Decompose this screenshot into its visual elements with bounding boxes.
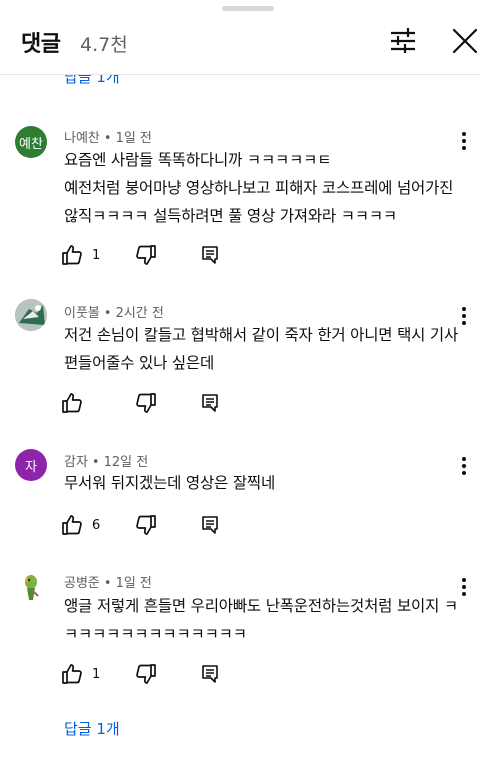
comment-meta: 감자 • 12일 전: [64, 451, 148, 470]
like-count: 1: [92, 247, 101, 263]
avatar[interactable]: 예찬: [15, 126, 47, 158]
sort-filter-button[interactable]: [386, 24, 422, 58]
reply-button[interactable]: [198, 390, 222, 416]
like-button[interactable]: [60, 390, 92, 416]
meta-separator: •: [103, 131, 112, 146]
close-button[interactable]: [448, 24, 480, 58]
header-divider: [0, 74, 480, 75]
meta-separator: •: [103, 576, 112, 591]
thumb-down-icon: [136, 393, 156, 413]
comment-icon: [202, 516, 218, 534]
parrot-avatar-icon: [15, 570, 47, 602]
comment-icon: [202, 394, 218, 412]
dislike-button[interactable]: [134, 242, 158, 268]
thumb-up-icon: [62, 664, 82, 684]
avatar-image-icon: [15, 299, 47, 331]
comment-icon: [202, 246, 218, 264]
thumb-up-icon: [62, 393, 82, 413]
comment-text: 저건 손님이 칼들고 협박해서 같이 죽자 한거 아니면 택시 기사 편들어줄수…: [64, 326, 463, 372]
thumb-up-icon: [62, 515, 82, 535]
comment-time: 1일 전: [115, 131, 152, 146]
like-button[interactable]: 6: [60, 512, 100, 538]
comment-time: 12일 전: [103, 455, 149, 470]
comment-author[interactable]: 이풋볼: [64, 306, 100, 321]
like-button[interactable]: 1: [60, 242, 100, 268]
comment-author[interactable]: 공병준: [64, 576, 100, 591]
comment-text: 앵글 저렇게 흔들면 우리아빠도 난폭운전하는것처럼 보이지 ㅋㅋㅋㅋㅋㅋㅋㅋㅋ…: [64, 597, 458, 643]
comments-title: 댓글: [21, 32, 61, 57]
comment-meta: 공병준 • 1일 전: [64, 572, 152, 591]
tune-icon: [391, 28, 415, 53]
reply-button[interactable]: [198, 661, 222, 687]
comment-text: 요즘엔 사람들 똑똑하다니까 ㅋㅋㅋㅋㅋㅌ 예전처럼 붕어마냥 영상하나보고 피…: [64, 151, 454, 225]
comment-text: 무서워 뒤지겠는데 영상은 잘찍네: [64, 474, 276, 492]
comments-header: 댓글 4.7천: [0, 0, 480, 78]
avatar[interactable]: [15, 299, 47, 331]
comment-author[interactable]: 감자: [64, 455, 88, 470]
comment-meta: 나예찬 • 1일 전: [64, 127, 152, 146]
comment-time: 2시간 전: [115, 306, 164, 321]
dislike-button[interactable]: [134, 661, 158, 687]
dislike-button[interactable]: [134, 512, 158, 538]
comment-time: 1일 전: [115, 576, 152, 591]
view-replies-link[interactable]: 답글 1개: [64, 718, 120, 739]
thumb-down-icon: [136, 664, 156, 684]
avatar[interactable]: 자: [15, 449, 47, 481]
thumb-down-icon: [136, 515, 156, 535]
comments-count: 4.7천: [80, 34, 128, 56]
dislike-button[interactable]: [134, 390, 158, 416]
thumb-up-icon: [62, 245, 82, 265]
avatar-initials: 예찬: [19, 136, 43, 152]
meta-separator: •: [91, 455, 100, 470]
like-count: 6: [92, 517, 101, 533]
like-button[interactable]: 1: [60, 661, 100, 687]
reply-button[interactable]: [198, 512, 222, 538]
comment-icon: [202, 665, 218, 683]
avatar-initials: 자: [25, 459, 37, 475]
meta-separator: •: [103, 306, 112, 321]
close-icon: [452, 28, 478, 54]
comment-author[interactable]: 나예찬: [64, 131, 100, 146]
comment-meta: 이풋볼 • 2시간 전: [64, 302, 164, 321]
reply-button[interactable]: [198, 242, 222, 268]
like-count: 1: [92, 666, 101, 682]
thumb-down-icon: [136, 245, 156, 265]
avatar[interactable]: [15, 570, 47, 602]
